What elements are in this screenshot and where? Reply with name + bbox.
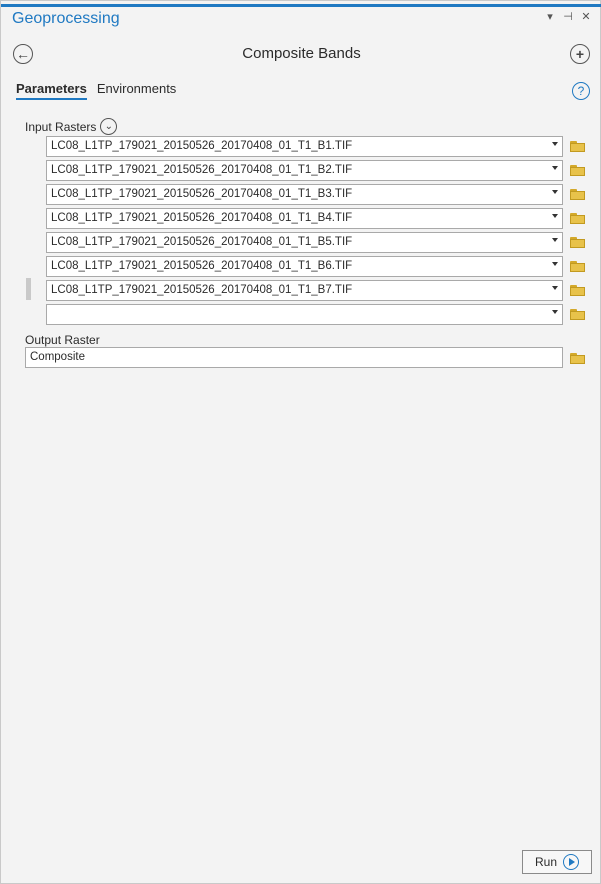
- folder-browse-icon[interactable]: [570, 260, 586, 272]
- input-rasters-label: Input Rasters: [25, 119, 97, 134]
- close-icon[interactable]: ✕: [580, 10, 592, 23]
- dropdown-arrow-icon[interactable]: [552, 214, 558, 218]
- input-raster-field[interactable]: LC08_L1TP_179021_20150526_20170408_01_T1…: [46, 160, 563, 181]
- run-button[interactable]: Run: [522, 850, 592, 874]
- pane-accent-bar: [1, 4, 601, 7]
- folder-browse-icon[interactable]: [570, 284, 586, 296]
- input-raster-field[interactable]: LC08_L1TP_179021_20150526_20170408_01_T1…: [46, 232, 563, 253]
- input-rasters-header: Input Rasters ⌄: [25, 118, 118, 135]
- folder-browse-icon[interactable]: [570, 308, 586, 320]
- help-icon[interactable]: ?: [572, 82, 590, 100]
- tool-tabs: Parameters Environments: [16, 81, 176, 100]
- folder-browse-icon[interactable]: [570, 212, 586, 224]
- input-raster-field[interactable]: LC08_L1TP_179021_20150526_20170408_01_T1…: [46, 136, 563, 157]
- play-icon: [563, 854, 579, 870]
- folder-browse-icon[interactable]: [570, 352, 586, 364]
- plus-icon: +: [575, 46, 585, 62]
- tool-header: ← Composite Bands +: [1, 41, 601, 67]
- input-raster-field-empty[interactable]: [46, 304, 563, 325]
- input-raster-field[interactable]: LC08_L1TP_179021_20150526_20170408_01_T1…: [46, 184, 563, 205]
- input-raster-field[interactable]: LC08_L1TP_179021_20150526_20170408_01_T1…: [46, 208, 563, 229]
- input-raster-value: LC08_L1TP_179021_20150526_20170408_01_T1…: [51, 236, 353, 248]
- pane-menu-icon[interactable]: ▾: [544, 10, 556, 23]
- dropdown-arrow-icon[interactable]: [552, 262, 558, 266]
- output-raster-field[interactable]: Composite: [25, 347, 563, 368]
- dropdown-arrow-icon[interactable]: [552, 142, 558, 146]
- dropdown-arrow-icon[interactable]: [552, 310, 558, 314]
- folder-browse-icon[interactable]: [570, 236, 586, 248]
- input-raster-value: LC08_L1TP_179021_20150526_20170408_01_T1…: [51, 212, 353, 224]
- dropdown-arrow-icon[interactable]: [552, 166, 558, 170]
- output-raster-label: Output Raster: [25, 333, 100, 347]
- tab-parameters[interactable]: Parameters: [16, 81, 87, 100]
- pane-title: Geoprocessing: [12, 10, 120, 27]
- pane-controls: ▾ ⊣ ✕: [544, 10, 592, 23]
- input-raster-field[interactable]: LC08_L1TP_179021_20150526_20170408_01_T1…: [46, 280, 563, 301]
- folder-browse-icon[interactable]: [570, 164, 586, 176]
- dropdown-arrow-icon[interactable]: [552, 238, 558, 242]
- add-button[interactable]: +: [570, 44, 590, 64]
- folder-browse-icon[interactable]: [570, 188, 586, 200]
- dropdown-arrow-icon[interactable]: [552, 190, 558, 194]
- input-raster-field[interactable]: LC08_L1TP_179021_20150526_20170408_01_T1…: [46, 256, 563, 277]
- tab-environments[interactable]: Environments: [97, 81, 176, 100]
- input-raster-value: LC08_L1TP_179021_20150526_20170408_01_T1…: [51, 188, 353, 200]
- tool-title: Composite Bands: [242, 45, 361, 62]
- row-drag-handle[interactable]: [26, 278, 31, 300]
- input-raster-value: LC08_L1TP_179021_20150526_20170408_01_T1…: [51, 140, 353, 152]
- folder-browse-icon[interactable]: [570, 140, 586, 152]
- input-raster-value: LC08_L1TP_179021_20150526_20170408_01_T1…: [51, 260, 353, 272]
- input-raster-value: LC08_L1TP_179021_20150526_20170408_01_T1…: [51, 164, 353, 176]
- output-raster-value: Composite: [30, 351, 85, 363]
- input-raster-value: LC08_L1TP_179021_20150526_20170408_01_T1…: [51, 284, 353, 296]
- dropdown-arrow-icon[interactable]: [552, 286, 558, 290]
- run-button-label: Run: [534, 855, 557, 869]
- geoprocessing-pane: Geoprocessing ▾ ⊣ ✕ ← Composite Bands + …: [0, 0, 601, 884]
- chevron-down-icon[interactable]: ⌄: [100, 118, 118, 135]
- auto-hide-pin-icon[interactable]: ⊣: [562, 10, 574, 23]
